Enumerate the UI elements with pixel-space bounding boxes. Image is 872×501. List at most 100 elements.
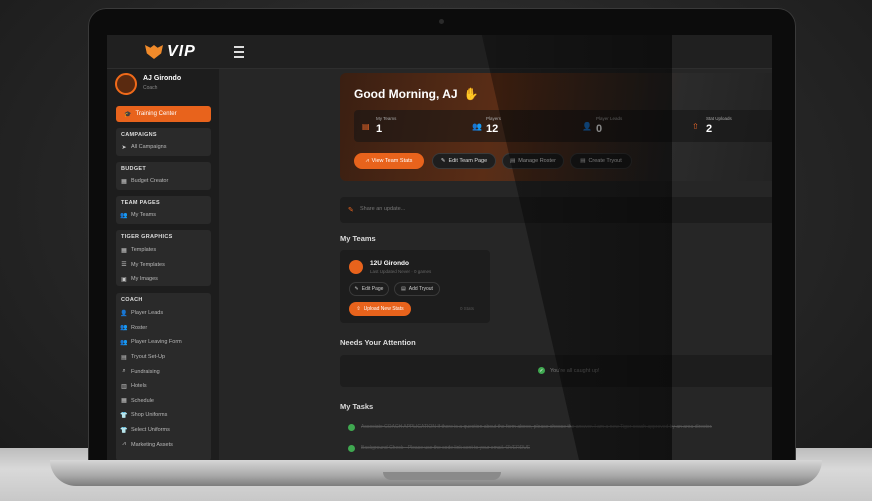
- users-icon: 👥: [120, 212, 128, 219]
- check-circle-icon[interactable]: [348, 423, 355, 431]
- team-name: 12U Girondo: [370, 260, 410, 267]
- sidebar-item-hotels[interactable]: ▥ Hotels: [121, 379, 206, 394]
- wave-hand-icon: ✋: [463, 87, 479, 101]
- button-label: View Team Stats: [371, 158, 413, 164]
- sidebar-item-my-templates[interactable]: ☰ My Templates: [121, 258, 206, 273]
- search-icon: ⌕: [122, 368, 126, 375]
- sidebar-item-label: Fundraising: [131, 368, 160, 375]
- logo[interactable]: VIP: [145, 43, 196, 61]
- clipboard-icon: ▤: [510, 158, 516, 164]
- sidebar-item-player-leaving-form[interactable]: 👥 Player Leaving Form: [120, 335, 206, 350]
- calculator-icon: ▦: [121, 178, 127, 185]
- attention-panel: ✓ You're all caught up!: [340, 355, 772, 387]
- create-tryout-button[interactable]: ▤ Create Tryout: [570, 153, 632, 169]
- stat-player-leads[interactable]: 👤 Player Leads 0: [574, 115, 674, 139]
- group-title: TEAM PAGES: [121, 200, 160, 206]
- stat-label: Player Leads: [596, 116, 623, 121]
- stat-value: 2: [706, 123, 713, 135]
- clipboard-icon: ▤: [580, 158, 586, 164]
- user-plus-icon: 👤: [120, 310, 128, 317]
- task-item[interactable]: Background Check - Please use the code l…: [348, 443, 768, 453]
- upload-icon: ⇧: [356, 306, 361, 312]
- upload-new-stats-button[interactable]: ⇧ Upload New Stats: [349, 302, 411, 316]
- user-plus-icon: 👤: [582, 122, 592, 131]
- graduation-cap-icon: 🎓: [124, 111, 132, 118]
- sidebar-item-label: My Templates: [131, 261, 165, 268]
- edit-team-page-button[interactable]: ✎ Edit Team Page: [432, 153, 496, 169]
- sidebar-item-my-teams[interactable]: 👥 My Teams: [120, 209, 206, 221]
- button-label: Manage Roster: [518, 158, 556, 164]
- group-title: COACH: [121, 297, 143, 303]
- logo-text: VIP: [167, 43, 196, 60]
- check-circle-icon[interactable]: [348, 444, 355, 452]
- group-title: BUDGET: [121, 166, 147, 172]
- greeting-heading: Good Morning, AJ ✋: [354, 87, 479, 101]
- sidebar-item-templates[interactable]: ▦ Templates: [121, 243, 206, 258]
- share-update-input[interactable]: Share an update...: [360, 206, 405, 212]
- stat-my-teams[interactable]: ▤ My Teams 1: [354, 115, 454, 139]
- chart-icon: ⩘: [122, 441, 126, 448]
- caught-up-text: You're all caught up!: [550, 367, 600, 374]
- sidebar-item-my-images[interactable]: ▣ My Images: [121, 272, 206, 287]
- my-teams-heading: My Teams: [340, 234, 376, 243]
- caught-up-message: ✓ You're all caught up!: [538, 367, 599, 374]
- avatar: [115, 73, 137, 95]
- sidebar-item-label: Budget Creator: [131, 178, 169, 184]
- sidebar-group-team-pages: TEAM PAGES 👥 My Teams: [116, 196, 211, 224]
- sidebar-item-label: Shop Uniforms: [131, 412, 168, 419]
- sidebar-item-label: All Campaigns: [131, 144, 167, 150]
- manage-roster-button[interactable]: ▤ Manage Roster: [502, 153, 564, 169]
- view-team-stats-button[interactable]: ⩘ View Team Stats: [354, 153, 424, 169]
- stats-bar: ▤ My Teams 1 👥 Players 12 👤 Player Leads…: [354, 110, 772, 142]
- sidebar-item-label: Tryout Set-Up: [131, 354, 166, 361]
- users-icon: 👥: [472, 122, 482, 131]
- upload-icon: ⇧: [692, 122, 699, 131]
- sidebar: AJ Girondo Coach 🎓 Training Center CAMPA…: [107, 69, 219, 461]
- list-icon: ☰: [121, 262, 127, 269]
- team-card[interactable]: 12U Girondo Last Updated Never · 0 games…: [340, 250, 490, 323]
- sidebar-item-select-uniforms[interactable]: 👕 Select Uniforms: [120, 423, 206, 438]
- sidebar-item-label: Schedule: [131, 397, 154, 404]
- stat-players[interactable]: 👥 Players 12: [464, 115, 564, 139]
- add-tryout-button[interactable]: ▤ Add Tryout: [394, 282, 440, 296]
- paper-plane-icon: ➤: [121, 144, 127, 151]
- stat-uploads[interactable]: ⇧ Stat Uploads 2: [684, 115, 772, 139]
- edit-icon: ✎: [354, 286, 359, 292]
- sidebar-item-schedule[interactable]: ▦ Schedule: [121, 394, 206, 409]
- image-icon: ▣: [121, 276, 127, 283]
- sidebar-item-all-campaigns[interactable]: ➤ All Campaigns: [121, 141, 206, 153]
- task-text: Background Check - Please use the code l…: [361, 445, 531, 451]
- task-item[interactable]: Associate COACH APPLICATION If there is …: [348, 422, 768, 432]
- sidebar-item-shop-uniforms[interactable]: 👕 Shop Uniforms: [120, 408, 206, 423]
- chart-icon: ⩘: [365, 157, 369, 164]
- button-label: Create Tryout: [588, 158, 622, 164]
- share-update-box[interactable]: ✎ Share an update...: [340, 197, 772, 223]
- sidebar-item-player-leads[interactable]: 👤 Player Leads: [120, 306, 206, 321]
- my-tasks-heading: My Tasks: [340, 402, 374, 411]
- sidebar-item-budget-creator[interactable]: ▦ Budget Creator: [121, 175, 206, 187]
- sidebar-item-marketing-assets[interactable]: ⩘ Marketing Assets: [121, 437, 206, 452]
- hamburger-menu-icon[interactable]: [234, 46, 244, 58]
- button-label: Edit Page: [361, 286, 384, 292]
- shirt-icon: 👕: [120, 427, 128, 434]
- training-center-label: Training Center: [135, 111, 177, 117]
- edit-page-button[interactable]: ✎ Edit Page: [349, 282, 389, 296]
- chart-icon: ▤: [362, 122, 370, 131]
- laptop-screen: VIP AJ Girondo Coach 🎓 Training Center C…: [107, 35, 772, 461]
- building-icon: ▥: [121, 383, 127, 390]
- sidebar-group-tiger-graphics: TIGER GRAPHICS ▦ Templates ☰ My Template…: [116, 230, 211, 286]
- sidebar-item-label: Player Leaving Form: [131, 339, 182, 346]
- tiger-logo-icon: [145, 45, 163, 59]
- profile[interactable]: AJ Girondo Coach: [115, 73, 213, 99]
- training-center-button[interactable]: 🎓 Training Center: [116, 106, 211, 122]
- sidebar-item-fundraising[interactable]: ⌕ Fundraising: [121, 364, 206, 379]
- sidebar-group-budget: BUDGET ▦ Budget Creator: [116, 162, 211, 190]
- grid-icon: ▦: [121, 247, 127, 254]
- sidebar-item-label: Player Leads: [131, 310, 164, 317]
- button-label: Edit Team Page: [448, 158, 488, 164]
- sidebar-item-roster[interactable]: 👥 Roster: [120, 321, 206, 336]
- sidebar-item-tryout-setup[interactable]: ▤ Tryout Set-Up: [121, 350, 206, 365]
- stat-label: My Teams: [376, 116, 397, 121]
- clipboard-icon: ▤: [121, 354, 127, 361]
- sidebar-group-coach: COACH 👤 Player Leads 👥 Roster 👥 Player L…: [116, 293, 211, 461]
